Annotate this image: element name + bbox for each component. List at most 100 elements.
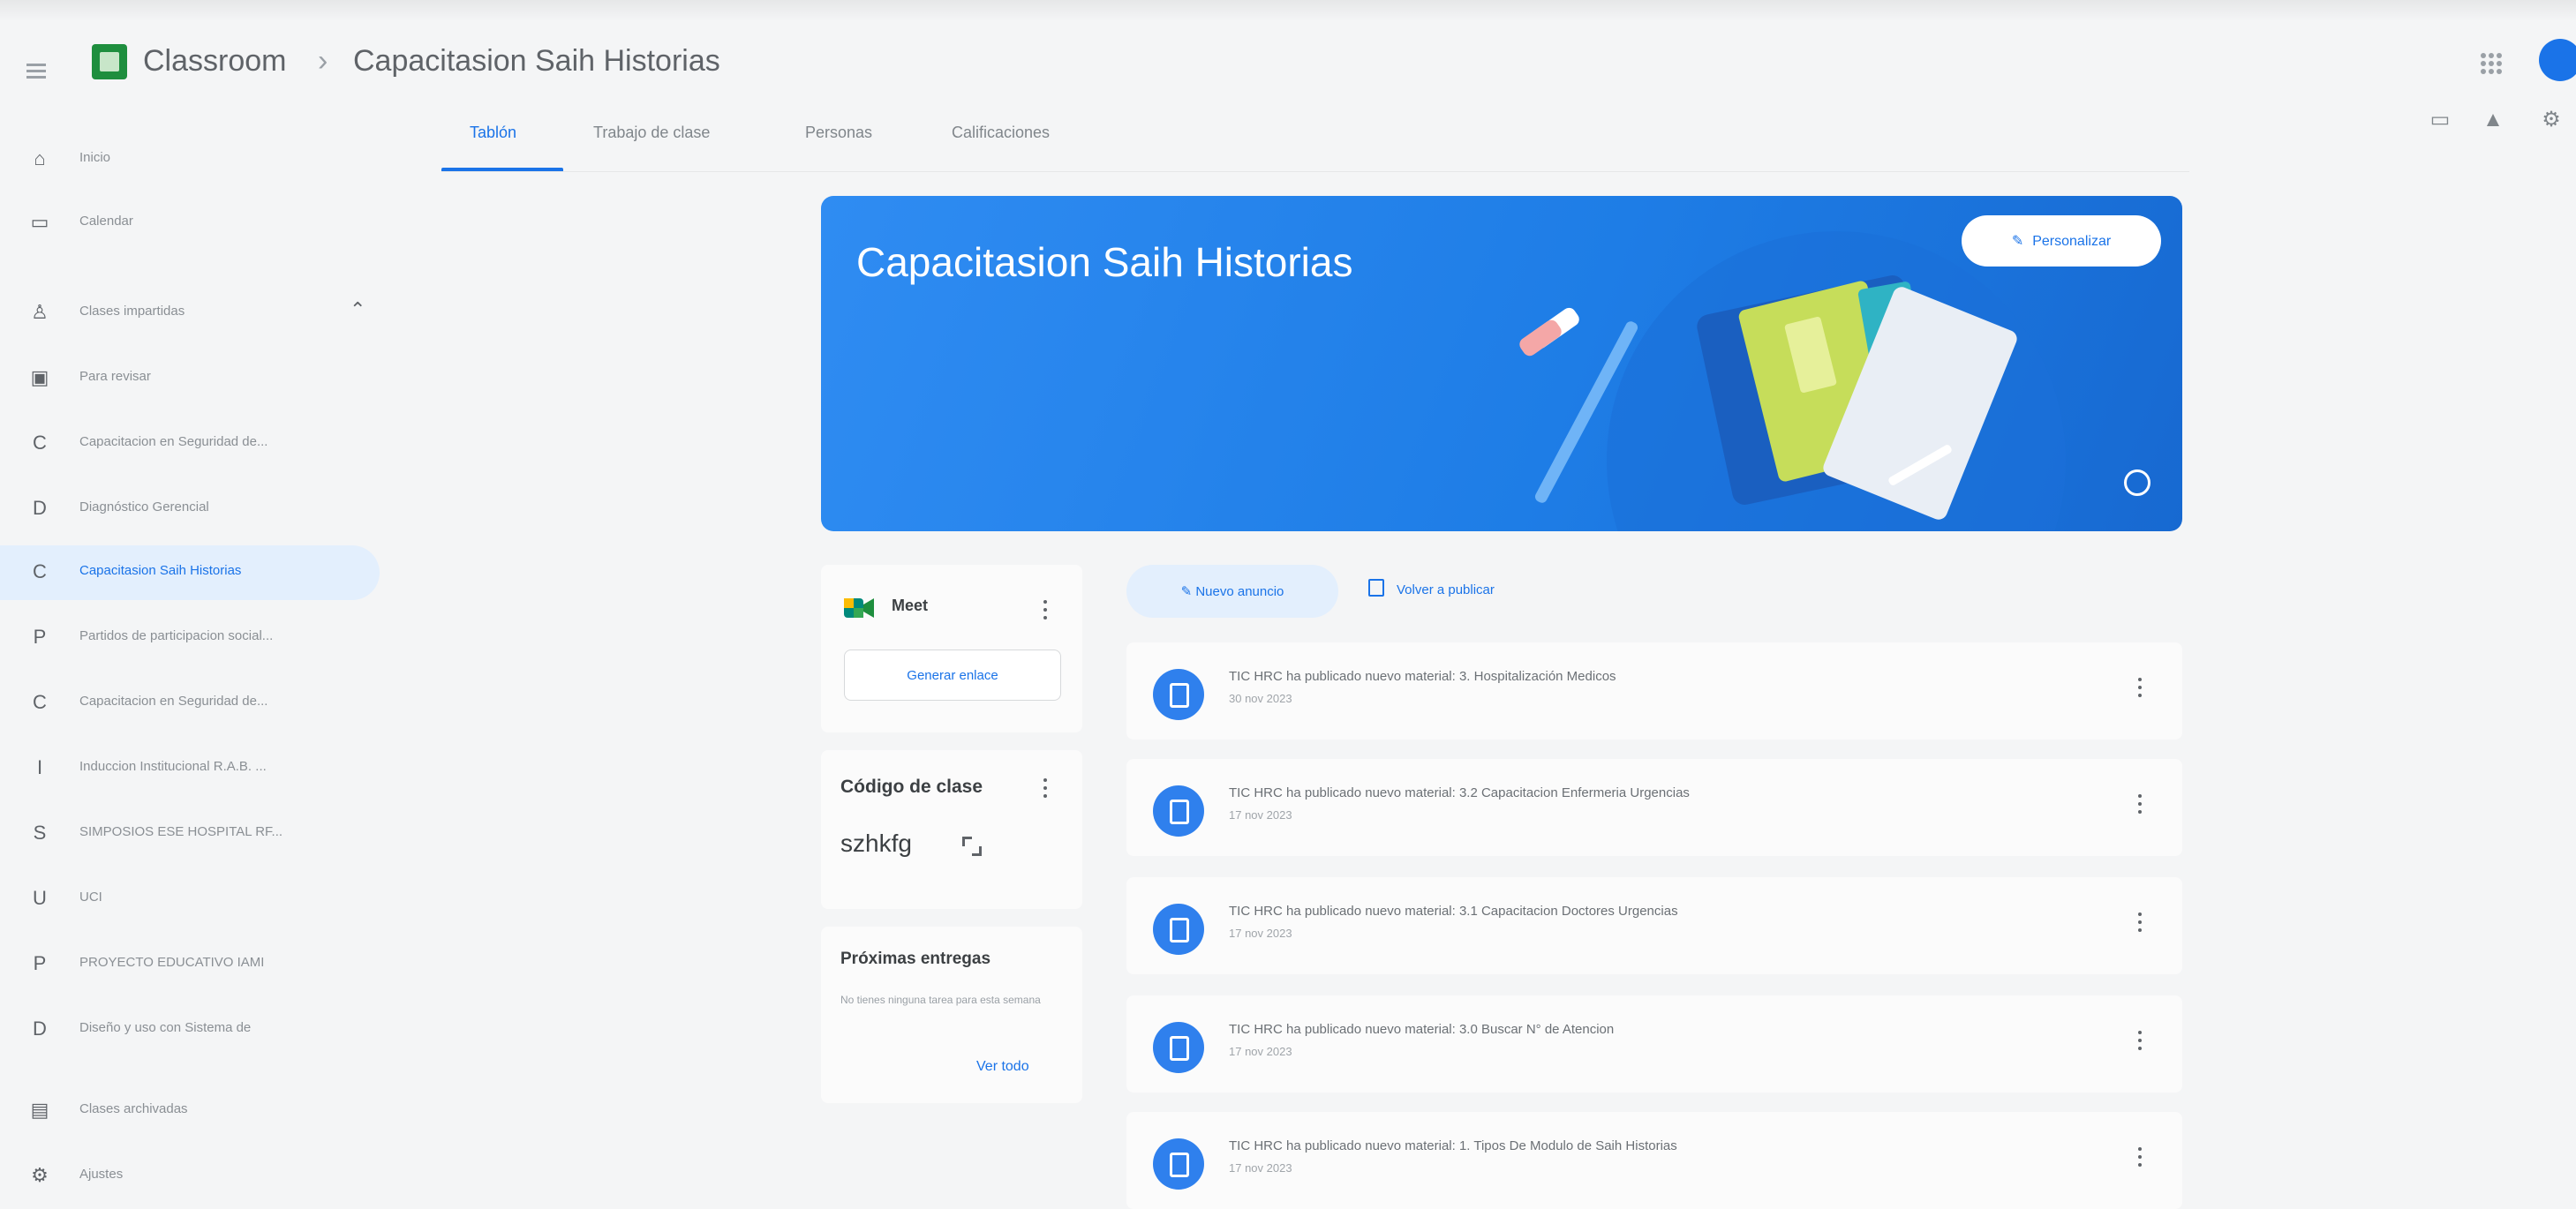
calendar-icon: ▭	[30, 211, 49, 233]
more-options-icon[interactable]	[2138, 678, 2143, 701]
sidebar-item-class[interactable]: D Diagnóstico Gerencial	[0, 482, 380, 537]
view-all-link[interactable]: Ver todo	[976, 1059, 1029, 1075]
generate-link-button[interactable]: Generar enlace	[844, 650, 1061, 701]
class-initial-icon: U	[33, 887, 47, 909]
post-date: 17 nov 2023	[1229, 1045, 1292, 1058]
assignment-icon	[1153, 1138, 1204, 1190]
pencil-icon: ✎	[2011, 234, 2024, 249]
classroom-logo-icon[interactable]	[92, 44, 127, 79]
tabs-divider	[441, 171, 2189, 172]
sidebar-item-label: UCI	[79, 890, 102, 905]
sidebar-item-label: Diagnóstico Gerencial	[79, 499, 209, 514]
sidebar-item-class[interactable]: I Induccion Institucional R.A.B. ...	[0, 741, 380, 796]
assignment-icon	[1153, 785, 1204, 837]
sidebar-item-class-active[interactable]: C Capacitasion Saih Historias	[0, 545, 380, 600]
fullscreen-icon[interactable]	[962, 837, 982, 856]
sidebar-item-label: PROYECTO EDUCATIVO IAMI	[79, 955, 265, 970]
more-options-icon[interactable]	[2138, 1147, 2143, 1170]
new-announcement-button[interactable]: ✎ Nuevo anuncio	[1126, 565, 1338, 618]
app-header: Classroom › Capacitasion Saih Historias	[0, 26, 2576, 115]
breadcrumb-class[interactable]: Capacitasion Saih Historias	[353, 44, 720, 79]
class-initial-icon: P	[33, 952, 47, 974]
more-options-icon[interactable]	[1043, 778, 1049, 801]
stream-post[interactable]: TIC HRC ha publicado nuevo material: 1. …	[1126, 1112, 2182, 1209]
tab-classwork[interactable]: Trabajo de clase	[593, 124, 710, 142]
assignment-icon	[1153, 904, 1204, 955]
banner-title: Capacitasion Saih Historias	[856, 239, 1353, 285]
sidebar-item-label: Clases impartidas	[79, 304, 185, 319]
sidebar-item-archived[interactable]: ▤ Clases archivadas	[0, 1084, 380, 1138]
calendar-icon[interactable]: ▭	[2428, 108, 2452, 132]
post-date: 17 nov 2023	[1229, 1161, 1292, 1175]
sidebar-item-label: Ajustes	[79, 1167, 124, 1182]
meet-label: Meet	[892, 597, 929, 614]
breadcrumb-separator: ›	[318, 44, 328, 78]
stream-post[interactable]: TIC HRC ha publicado nuevo material: 3.1…	[1126, 877, 2182, 974]
more-options-icon[interactable]	[2138, 912, 2143, 935]
repost-link[interactable]: Volver a publicar	[1368, 579, 1495, 597]
chevron-up-icon[interactable]: ⌃	[350, 298, 365, 321]
people-icon: ♙	[31, 301, 49, 323]
sidebar-item-label: Capacitacion en Seguridad de...	[79, 694, 268, 709]
class-code-value: szhkfg	[840, 830, 912, 857]
tab-grades[interactable]: Calificaciones	[952, 124, 1050, 142]
review-icon: ▣	[30, 366, 49, 388]
class-banner: Capacitasion Saih Historias ✎ Personaliza…	[821, 196, 2182, 531]
sidebar-item-label: Para revisar	[79, 369, 151, 384]
breadcrumb-app[interactable]: Classroom	[143, 44, 286, 79]
sidebar-item-class[interactable]: C Capacitacion en Seguridad de...	[0, 417, 380, 471]
more-options-icon[interactable]	[2138, 1031, 2143, 1054]
sidebar-item-class[interactable]: P Partidos de participacion social...	[0, 611, 380, 665]
account-avatar[interactable]	[2539, 39, 2576, 81]
class-initial-icon: D	[33, 497, 47, 519]
tab-people[interactable]: Personas	[805, 124, 872, 142]
sidebar-item-class[interactable]: U UCI	[0, 872, 380, 927]
post-text: TIC HRC ha publicado nuevo material: 3.0…	[1229, 1022, 1615, 1037]
post-text: TIC HRC ha publicado nuevo material: 3.1…	[1229, 904, 1678, 919]
sidebar-item-class[interactable]: C Capacitacion en Seguridad de...	[0, 676, 380, 731]
class-initial-icon: P	[33, 626, 47, 648]
post-date: 17 nov 2023	[1229, 808, 1292, 822]
sidebar-item-calendar[interactable]: ▭ Calendar	[0, 196, 380, 251]
class-initial-icon: C	[33, 560, 47, 582]
sidebar-item-label: Calendar	[79, 214, 133, 229]
post-text: TIC HRC ha publicado nuevo material: 3. …	[1229, 669, 1616, 684]
main-menu-icon[interactable]	[26, 64, 46, 79]
sidebar-item-label: Capacitacion en Seguridad de...	[79, 434, 268, 449]
customize-button[interactable]: ✎ Personalizar	[1962, 215, 2161, 267]
class-initial-icon: I	[36, 756, 43, 778]
sidebar-item-label: Capacitasion Saih Historias	[79, 563, 242, 578]
sidebar-item-home[interactable]: ⌂ Inicio	[0, 132, 380, 187]
class-code-title: Código de clase	[840, 777, 983, 797]
settings-icon: ⚙	[31, 1164, 49, 1186]
meet-card: Meet Generar enlace	[821, 565, 1082, 732]
tab-stream[interactable]: Tablón	[470, 124, 516, 142]
sidebar-item-label: Partidos de participacion social...	[79, 628, 274, 643]
drive-folder-icon[interactable]: ▲	[2481, 108, 2505, 132]
sidebar-item-settings[interactable]: ⚙ Ajustes	[0, 1149, 380, 1204]
info-icon[interactable]	[2124, 469, 2150, 496]
customize-label: Personalizar	[2032, 234, 2112, 249]
post-text: TIC HRC ha publicado nuevo material: 3.2…	[1229, 785, 1690, 800]
sidebar-item-to-review[interactable]: ▣ Para revisar	[0, 351, 380, 406]
sidebar-item-teaching[interactable]: ♙ Clases impartidas ⌃	[0, 286, 380, 341]
more-options-icon[interactable]	[1043, 600, 1049, 623]
stream-post[interactable]: TIC HRC ha publicado nuevo material: 3.2…	[1126, 759, 2182, 856]
settings-icon[interactable]: ⚙	[2539, 108, 2564, 132]
sidebar-item-class[interactable]: S SIMPOSIOS ESE HOSPITAL RF...	[0, 807, 380, 861]
sidebar-item-label: SIMPOSIOS ESE HOSPITAL RF...	[79, 824, 283, 839]
google-apps-icon[interactable]	[2481, 53, 2502, 74]
class-initial-icon: S	[33, 822, 47, 844]
sidebar-item-class[interactable]: P PROYECTO EDUCATIVO IAMI	[0, 937, 380, 992]
sidebar-item-class[interactable]: D Diseño y uso con Sistema de	[0, 1002, 380, 1057]
pencil-icon: ✎	[1180, 584, 1196, 599]
class-initial-icon: C	[33, 432, 47, 454]
top-faded-area	[0, 0, 2576, 21]
new-announcement-label: Nuevo anuncio	[1195, 584, 1284, 599]
stream-post[interactable]: TIC HRC ha publicado nuevo material: 3.0…	[1126, 995, 2182, 1093]
assignment-icon	[1153, 669, 1204, 720]
more-options-icon[interactable]	[2138, 794, 2143, 817]
meet-icon	[844, 598, 874, 618]
stream-post[interactable]: TIC HRC ha publicado nuevo material: 3. …	[1126, 642, 2182, 740]
post-text: TIC HRC ha publicado nuevo material: 1. …	[1229, 1138, 1677, 1153]
